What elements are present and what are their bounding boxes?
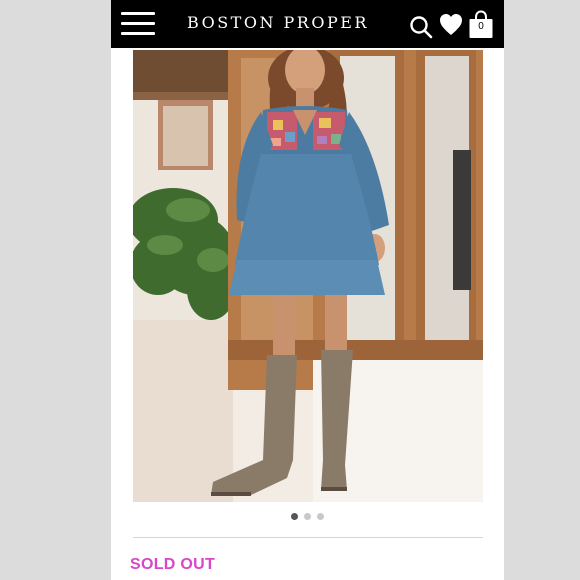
carousel-dot-3[interactable] [317, 513, 324, 520]
carousel-dot-1[interactable] [291, 513, 298, 520]
heart-icon[interactable] [439, 10, 463, 40]
shopping-bag-icon[interactable]: 0 [468, 10, 494, 40]
divider [133, 537, 483, 538]
app-screen: BOSTON PROPER 0 SOLD OUT [111, 0, 504, 580]
sold-out-label: SOLD OUT [130, 556, 216, 573]
image-carousel-indicator [111, 513, 504, 520]
brand-logo[interactable]: BOSTON PROPER [183, 13, 373, 32]
carousel-dot-2[interactable] [304, 513, 311, 520]
menu-icon[interactable] [121, 11, 155, 37]
product-photo[interactable] [133, 50, 483, 502]
search-icon[interactable] [408, 10, 434, 40]
top-nav-bar: BOSTON PROPER 0 [111, 0, 504, 48]
bag-count-badge: 0 [478, 21, 484, 32]
